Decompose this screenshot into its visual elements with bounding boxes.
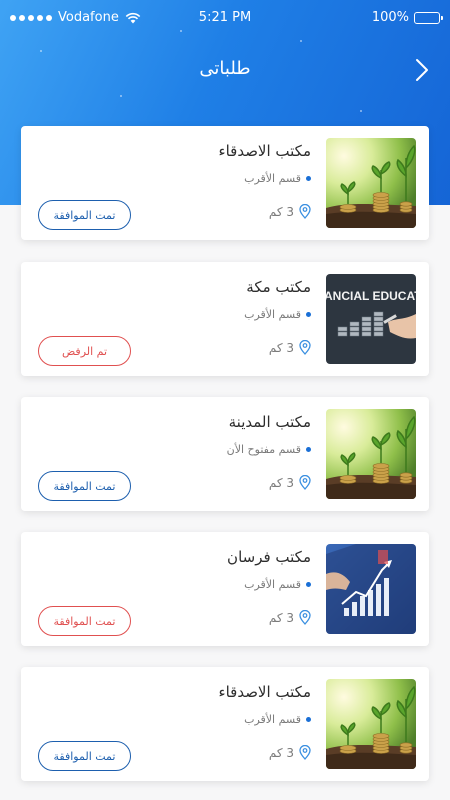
status-button[interactable]: تمت الموافقة xyxy=(38,741,131,771)
location-pin-icon xyxy=(299,340,311,355)
bullet-dot-icon xyxy=(306,717,311,722)
office-name: مكتب الاصدقاء xyxy=(218,142,311,160)
bullet-dot-icon xyxy=(306,447,311,452)
location-pin-icon xyxy=(299,204,311,219)
battery-percent: 100% xyxy=(371,10,409,25)
section-label: قسم الأقرب xyxy=(244,713,301,726)
section-label: قسم الأقرب xyxy=(244,578,301,591)
battery-icon xyxy=(414,11,443,24)
request-card[interactable]: مكتب الاصدقاء قسم الأقرب 3 كم تمت المواف… xyxy=(21,126,429,240)
office-thumbnail xyxy=(326,138,416,228)
office-section: قسم الأقرب xyxy=(244,308,311,321)
section-label: قسم مفتوح الأن xyxy=(226,443,301,456)
status-button[interactable]: تم الرفض xyxy=(38,336,131,366)
section-label: قسم الأقرب xyxy=(244,172,301,185)
distance-label: 3 كم xyxy=(268,475,294,490)
office-thumbnail xyxy=(326,544,416,634)
location-pin-icon xyxy=(299,610,311,625)
office-distance: 3 كم xyxy=(269,475,311,490)
bullet-dot-icon xyxy=(306,582,311,587)
status-button[interactable]: تمت الموافقة xyxy=(38,471,131,501)
svg-text:ANCIAL EDUCAT: ANCIAL EDUCAT xyxy=(326,289,416,303)
request-card[interactable]: مكتب الاصدقاء قسم الأقرب 3 كم تمت المواف… xyxy=(21,667,429,781)
office-thumbnail: ANCIAL EDUCAT xyxy=(326,274,416,364)
chevron-right-icon xyxy=(416,59,428,81)
request-card[interactable]: مكتب فرسان قسم الأقرب 3 كم تمت الموافقة xyxy=(21,532,429,646)
office-name: مكتب الاصدقاء xyxy=(218,683,311,701)
distance-label: 3 كم xyxy=(268,204,294,219)
page-title: طلباتى xyxy=(199,58,251,79)
status-button[interactable]: تمت الموافقة xyxy=(38,200,131,230)
location-pin-icon xyxy=(299,475,311,490)
office-distance: 3 كم xyxy=(269,204,311,219)
distance-label: 3 كم xyxy=(268,745,294,760)
office-distance: 3 كم xyxy=(269,610,311,625)
office-thumbnail xyxy=(326,679,416,769)
distance-label: 3 كم xyxy=(268,340,294,355)
request-card[interactable]: ANCIAL EDUCAT مكتب مكة قسم الأقرب 3 كم ت… xyxy=(21,262,429,376)
status-bar: Vodafone 5:21 PM 100% xyxy=(0,0,450,34)
request-card[interactable]: مكتب المدينة قسم مفتوح الأن 3 كم تمت الم… xyxy=(21,397,429,511)
office-name: مكتب المدينة xyxy=(228,413,311,431)
bullet-dot-icon xyxy=(306,176,311,181)
office-section: قسم الأقرب xyxy=(244,713,311,726)
office-section: قسم الأقرب xyxy=(244,172,311,185)
back-button[interactable] xyxy=(410,56,434,84)
office-name: مكتب فرسان xyxy=(227,548,311,566)
status-button[interactable]: تمت الموافقة xyxy=(38,606,131,636)
office-section: قسم مفتوح الأن xyxy=(227,443,311,456)
office-distance: 3 كم xyxy=(269,340,311,355)
bullet-dot-icon xyxy=(306,312,311,317)
distance-label: 3 كم xyxy=(268,610,294,625)
office-thumbnail xyxy=(326,409,416,499)
office-section: قسم الأقرب xyxy=(244,578,311,591)
office-distance: 3 كم xyxy=(269,745,311,760)
office-name: مكتب مكة xyxy=(246,278,311,296)
section-label: قسم الأقرب xyxy=(244,308,301,321)
location-pin-icon xyxy=(299,745,311,760)
